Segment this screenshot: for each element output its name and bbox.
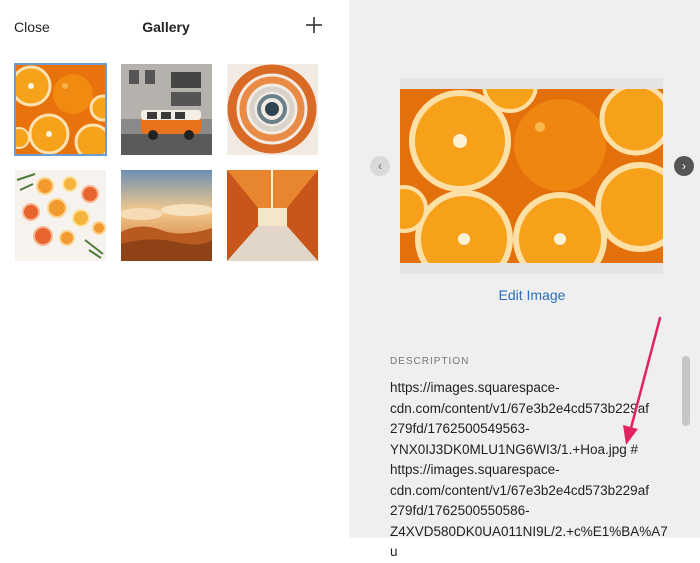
- description-scrollbar[interactable]: [682, 356, 690, 538]
- next-image-button[interactable]: ›: [674, 156, 694, 176]
- scrollbar-thumb[interactable]: [682, 356, 690, 426]
- page-title: Gallery: [142, 19, 190, 35]
- previous-image-button[interactable]: ‹: [370, 156, 390, 176]
- gallery-thumbnail-van[interactable]: [121, 64, 212, 155]
- gallery-panel: Close Gallery: [0, 0, 349, 538]
- gallery-thumbnail-staircase[interactable]: [227, 64, 318, 155]
- description-line: cdn.com/content/v1/67e3b2e4cd573b229af: [390, 482, 649, 498]
- image-details-panel: ‹ › Edit Image DESCRIPTION https://image…: [349, 0, 700, 559]
- description-line: YNX0IJ3DK0MLU1NG6WI3/1.+Hoa.jpg #: [390, 441, 638, 457]
- image-preview: [400, 78, 663, 274]
- description-line: https://images.squarespace-: [390, 462, 560, 477]
- description-field[interactable]: https://images.squarespace- cdn.com/cont…: [390, 378, 670, 563]
- description-line: 279fd/1762500550586-: [390, 503, 530, 518]
- clouds-thumbnail-image: [121, 170, 212, 261]
- staircase-thumbnail-image: [227, 64, 318, 155]
- description-line: https://images.squarespace-: [390, 380, 560, 395]
- chevron-left-icon: ‹: [378, 159, 382, 173]
- chevron-right-icon: ›: [682, 159, 686, 173]
- description-label: DESCRIPTION: [390, 356, 470, 367]
- van-thumbnail-image: [121, 64, 212, 155]
- oranges-preview-image: [400, 89, 663, 263]
- edit-image-link[interactable]: Edit Image: [349, 287, 700, 303]
- tunnel-thumbnail-image: [227, 170, 318, 261]
- gallery-thumbnail-oranges[interactable]: [14, 63, 107, 156]
- description-line: Z4XVD580DK0UA011NI9L/2.+c%E1%BA%A7u: [390, 523, 668, 560]
- gallery-thumbnail-clouds[interactable]: [121, 170, 212, 261]
- description-line: 279fd/1762500549563-: [390, 421, 530, 436]
- gallery-thumbnail-citrus[interactable]: [15, 170, 106, 261]
- citrus-thumbnail-image: [15, 170, 106, 261]
- plus-icon[interactable]: [303, 14, 325, 36]
- gallery-thumbnail-tunnel[interactable]: [227, 170, 318, 261]
- description-line: cdn.com/content/v1/67e3b2e4cd573b229af: [390, 400, 649, 416]
- oranges-thumbnail-image: [15, 64, 106, 155]
